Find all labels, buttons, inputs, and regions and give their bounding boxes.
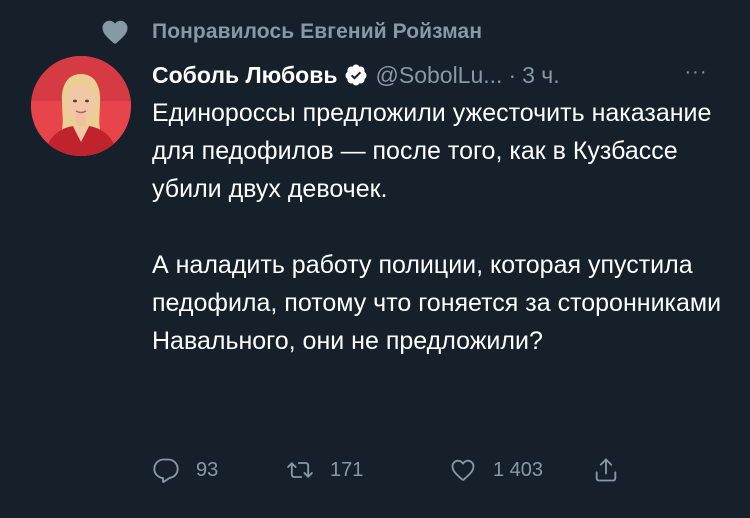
- tweet-paragraph: А наладить работу полиции, которая упуст…: [152, 251, 722, 355]
- retweet-button[interactable]: 171: [286, 448, 363, 492]
- heart-outline-icon: [451, 459, 475, 481]
- heart-icon: [102, 20, 128, 44]
- retweet-count: 171: [330, 458, 364, 481]
- like-button[interactable]: 1 403: [449, 448, 543, 492]
- tweet-actions: 93 171 1 403: [152, 448, 652, 492]
- social-context[interactable]: Понравилось Евгений Ройзман: [100, 14, 482, 50]
- avatar-portrait: [31, 56, 131, 156]
- more-options-button[interactable]: ···: [676, 60, 716, 84]
- reply-button[interactable]: 93: [152, 448, 218, 492]
- author-name[interactable]: Соболь Любовь: [152, 62, 338, 89]
- like-count: 1 403: [493, 458, 544, 481]
- separator-dot: ·: [508, 61, 517, 88]
- share-icon: [595, 458, 617, 482]
- retweet-icon: [287, 462, 313, 478]
- more-icon: ···: [684, 60, 708, 83]
- tweet-text: Единороссы предложили ужесточить наказан…: [152, 94, 722, 360]
- avatar[interactable]: [31, 56, 131, 156]
- reply-icon: [153, 458, 179, 483]
- tweet-time[interactable]: 3 ч.: [522, 62, 560, 89]
- author-handle[interactable]: @SobolLu...: [376, 62, 503, 89]
- liked-by-text: Понравилось Евгений Ройзман: [152, 20, 483, 43]
- tweet-paragraph: Единороссы предложили ужесточить наказан…: [152, 99, 712, 203]
- share-button[interactable]: [592, 448, 636, 492]
- verified-badge-icon: [345, 64, 366, 86]
- tweet-header: Соболь Любовь @SobolLu... · 3 ч.: [152, 56, 560, 94]
- reply-count: 93: [196, 458, 219, 481]
